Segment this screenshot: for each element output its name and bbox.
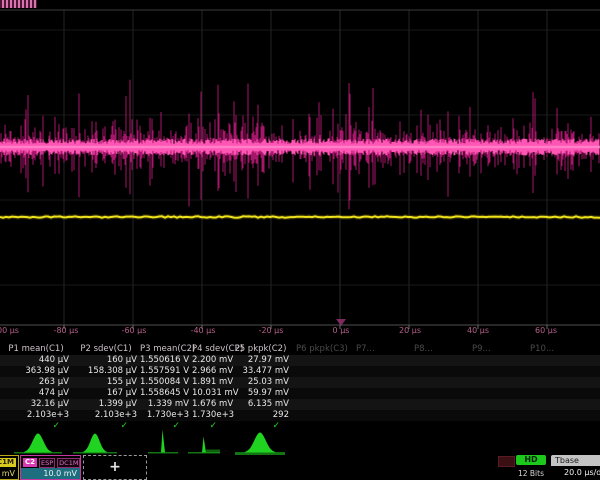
c1-coupling-chip: DC1M — [0, 458, 16, 467]
measure-value-cell: 167 µV — [72, 388, 140, 399]
measure-value-cell: 1.399 µV — [72, 399, 140, 410]
measure-header-cell-inactive[interactable]: P7... — [356, 344, 414, 355]
measure-header-row: P1 mean(C1)P2 sdev(C1)P3 mean(C2)P4 sdev… — [0, 344, 600, 355]
parameter-histicon — [188, 437, 220, 454]
measure-value-cell: 2.103e+3 — [72, 410, 140, 421]
measure-header-cell[interactable]: P4 sdev(C2) — [192, 344, 229, 355]
c2-noise-trace — [0, 80, 600, 210]
measure-header-cell[interactable]: P5 pkpk(C2) — [229, 344, 292, 355]
time-axis-label: 0 µs — [333, 326, 350, 335]
trace-annotation-chip — [0, 0, 37, 8]
measure-value-cell: 2.200 mV — [192, 355, 229, 366]
measure-value-cell: 160 µV — [72, 355, 140, 366]
oscilloscope-screen: -100 µs -80 µs -60 µs -40 µs -20 µs 0 µs 20 µs… — [0, 0, 600, 480]
measure-header-cell[interactable]: P2 sdev(C1) — [72, 344, 140, 355]
measurement-table: P1 mean(C1)P2 sdev(C1)P3 mean(C2)P4 sdev… — [0, 344, 600, 432]
c2-label-chip: C2 — [23, 458, 37, 467]
c1-vdiv-value: 50.0 mV — [0, 468, 18, 479]
hd-bits-label: 12 Bits — [512, 469, 550, 478]
graticule — [0, 10, 600, 329]
time-axis-label: 20 µs — [399, 326, 421, 335]
measure-value-cell: 158.308 µV — [72, 366, 140, 377]
measure-header-cell-inactive[interactable]: P6 pkpk(C3) — [296, 344, 354, 355]
measure-value-cell: 1.730e+3 — [140, 410, 192, 421]
measure-value-cell: 10.031 mV — [192, 388, 229, 399]
measure-stat-row: 32.16 µV1.399 µV1.339 mV1.676 mV6.135 mV — [0, 399, 600, 410]
time-axis-label: -60 µs — [122, 326, 147, 335]
channel-descriptor-c1[interactable]: DC1M 50.0 mV — [0, 455, 19, 480]
measure-stat-row: 474 µV167 µV1.558645 V10.031 mV59.97 mV — [0, 388, 600, 399]
c2-vdiv-value: 10.0 mV — [21, 468, 80, 479]
measure-header-cell-inactive[interactable]: P10... — [530, 344, 588, 355]
measure-value-cell: 32.16 µV — [0, 399, 72, 410]
measure-value-cell: 1.339 mV — [140, 399, 192, 410]
c1-trace — [0, 216, 600, 217]
measure-value-cell: 1.557591 V — [140, 366, 192, 377]
measure-stat-row: 363.98 µV158.308 µV1.557591 V2.966 mV33.… — [0, 366, 600, 377]
trigger-status-chip[interactable] — [498, 456, 515, 467]
measure-stat-row: 440 µV160 µV1.550616 V2.200 mV27.97 mV — [0, 355, 600, 366]
measure-header-cell-inactive[interactable]: P9... — [472, 344, 530, 355]
measure-value-cell: 1.558645 V — [140, 388, 192, 399]
c2-esp-badge: ESP — [39, 458, 55, 468]
add-trace-button[interactable]: + — [83, 455, 147, 480]
time-axis-label: -80 µs — [54, 326, 79, 335]
time-axis-label: -100 µs — [0, 326, 19, 335]
measure-value-cell: 263 µV — [0, 377, 72, 388]
time-axis-label: 60 µs — [535, 326, 557, 335]
measure-value-cell: 59.97 mV — [229, 388, 292, 399]
parameter-histicon — [73, 434, 117, 454]
measure-value-cell: 1.550616 V — [140, 355, 192, 366]
time-axis: -100 µs -80 µs -60 µs -40 µs -20 µs 0 µs 20 µs… — [0, 326, 600, 337]
measure-header-cell[interactable]: P3 mean(C2) — [140, 344, 192, 355]
measure-value-cell: 2.966 mV — [192, 366, 229, 377]
measure-value-cell: 1.550084 V — [140, 377, 192, 388]
measure-value-cell: 25.03 mV — [229, 377, 292, 388]
measure-value-cell: 363.98 µV — [0, 366, 72, 377]
measure-value-cell: 1.730e+3 — [192, 410, 229, 421]
measure-value-cell: 27.97 mV — [229, 355, 292, 366]
time-axis-label: -20 µs — [259, 326, 284, 335]
timebase-descriptor[interactable]: Tbase 20.0 µs/div — [551, 455, 600, 480]
parameter-histicon — [235, 433, 285, 456]
measure-value-cell: 155 µV — [72, 377, 140, 388]
measure-value-cell: 2.103e+3 — [0, 410, 72, 421]
time-axis-label: -40 µs — [191, 326, 216, 335]
measure-stat-row: 2.103e+32.103e+31.730e+31.730e+3292 — [0, 410, 600, 421]
c2-coupling-chip: DC1M — [57, 458, 80, 468]
time-axis-label: 40 µs — [467, 326, 489, 335]
measure-value-cell: 33.477 mV — [229, 366, 292, 377]
measure-value-cell: 440 µV — [0, 355, 72, 366]
timebase-value: 20.0 µs/div — [551, 466, 600, 479]
channel-descriptor-c2[interactable]: C2 ESP DC1M 10.0 mV — [20, 455, 81, 480]
timebase-title: Tbase — [551, 455, 600, 466]
measure-value-cell: 1.676 mV — [192, 399, 229, 410]
measure-header-cell-inactive[interactable]: P8... — [414, 344, 472, 355]
parameter-histicon — [14, 434, 62, 454]
measure-value-cell: 292 — [229, 410, 292, 421]
hd-mode-badge[interactable]: HD — [516, 455, 546, 465]
measure-value-cell: 474 µV — [0, 388, 72, 399]
measure-header-cell[interactable]: P1 mean(C1) — [0, 344, 72, 355]
measure-value-cell: 6.135 mV — [229, 399, 292, 410]
measure-value-cell: 1.891 mV — [192, 377, 229, 388]
measure-stat-row: 263 µV155 µV1.550084 V1.891 mV25.03 mV — [0, 377, 600, 388]
parameter-histicon — [148, 430, 178, 454]
measurement-histicons — [0, 428, 600, 456]
